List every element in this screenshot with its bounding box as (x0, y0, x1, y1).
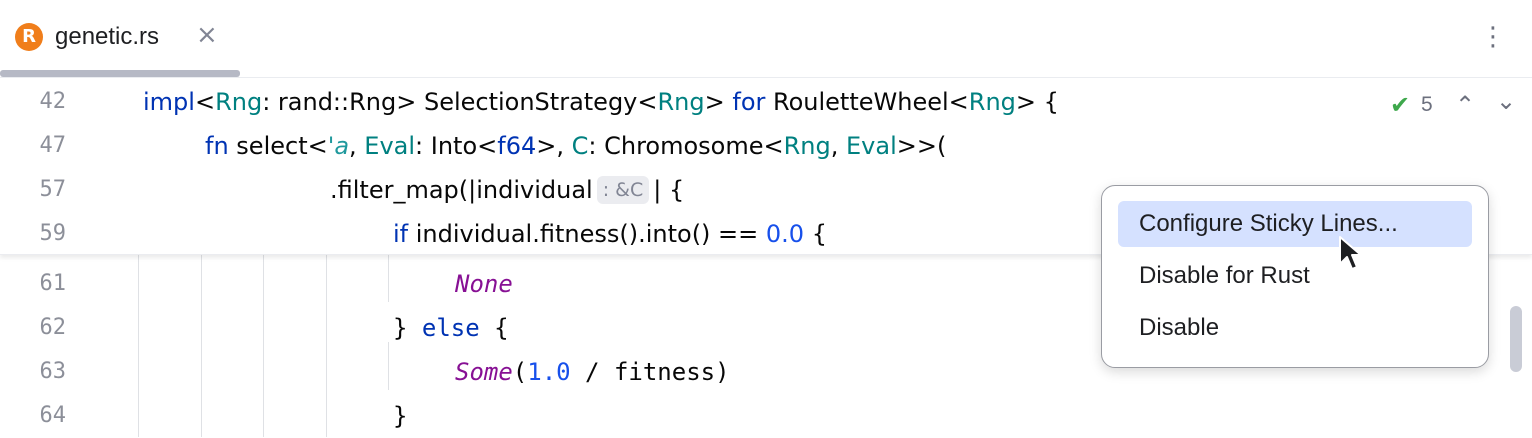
active-tab-indicator (0, 70, 240, 77)
code-text: impl<Rng: rand::Rng> SelectionStrategy<R… (143, 88, 1059, 116)
check-icon: ✔ (1390, 91, 1411, 119)
type-hint: : &C (596, 176, 650, 204)
sticky-line[interactable]: 47 fn select<'a, Eval: Into<f64>, C: Chr… (0, 124, 1532, 168)
menu-item-disable-for-rust[interactable]: Disable for Rust (1118, 253, 1472, 299)
code-text: None (455, 270, 513, 298)
line-number: 64 (39, 403, 67, 428)
code-text: fn select<'a, Eval: Into<f64>, C: Chromo… (205, 132, 947, 160)
line-number: 47 (39, 133, 67, 158)
menu-item-label: Disable (1139, 314, 1220, 341)
code-text: if individual.fitness().into() == 0.0 { (393, 220, 827, 248)
line-number: 42 (39, 89, 67, 114)
line-number: 62 (39, 315, 67, 340)
vertical-scrollbar[interactable] (1510, 306, 1522, 372)
inspection-count: 5 (1421, 93, 1433, 116)
line-number: 57 (39, 177, 67, 202)
chevron-down-icon[interactable]: ⌄ (1496, 86, 1516, 116)
code-text: Some(1.0 / fitness) (455, 358, 730, 386)
line-number: 63 (39, 359, 67, 384)
sticky-line[interactable]: 42 impl<Rng: rand::Rng> SelectionStrateg… (0, 80, 1532, 124)
code-text: .filter_map(|individual: &C | { (330, 176, 685, 204)
line-number: 59 (39, 221, 67, 246)
editor-tab-bar: R genetic.rs × ⋮ (0, 0, 1532, 78)
more-vertical-icon[interactable]: ⋮ (1480, 20, 1506, 54)
rust-icon-letter: R (22, 26, 36, 47)
code-text: } (393, 402, 408, 430)
code-line[interactable]: 64 } (0, 394, 1532, 438)
mouse-pointer-icon (1339, 236, 1362, 270)
code-text: } else { (393, 314, 509, 342)
chevron-up-icon[interactable]: ⌃ (1455, 90, 1475, 120)
sticky-lines-context-menu: Configure Sticky Lines... Disable for Ru… (1101, 185, 1489, 368)
line-number: 61 (39, 271, 67, 296)
rust-file-icon: R (15, 23, 43, 51)
close-icon[interactable]: × (196, 20, 218, 50)
menu-item-disable[interactable]: Disable (1118, 305, 1472, 351)
menu-item-configure-sticky-lines[interactable]: Configure Sticky Lines... (1118, 201, 1472, 247)
tab-genetic-rs[interactable]: R genetic.rs × (0, 0, 240, 77)
tab-title: genetic.rs (55, 23, 160, 50)
menu-item-label: Disable for Rust (1139, 262, 1310, 289)
